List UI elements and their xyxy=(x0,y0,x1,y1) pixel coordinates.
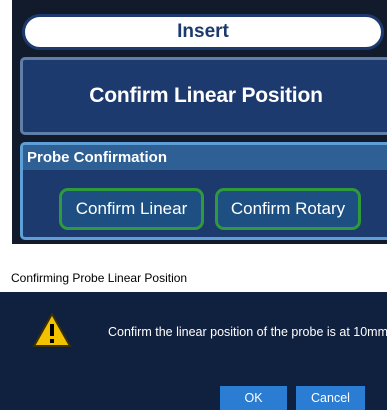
confirm-linear-position-button[interactable]: Confirm Linear Position xyxy=(20,57,387,135)
warning-icon xyxy=(33,313,71,347)
cancel-button-label: Cancel xyxy=(311,391,350,405)
cancel-button[interactable]: Cancel xyxy=(296,386,365,410)
insert-button[interactable]: Insert xyxy=(22,14,384,50)
probe-confirmation-group: Probe Confirmation Confirm Linear Confir… xyxy=(20,142,387,240)
confirm-linear-position-label: Confirm Linear Position xyxy=(89,84,323,107)
dialog-title: Confirming Probe Linear Position xyxy=(11,271,188,285)
ok-button-label: OK xyxy=(244,391,263,405)
confirm-linear-button[interactable]: Confirm Linear xyxy=(59,188,204,230)
confirm-rotary-label: Confirm Rotary xyxy=(230,199,346,218)
confirm-linear-label: Confirm Linear xyxy=(75,199,188,218)
confirm-rotary-button[interactable]: Confirm Rotary xyxy=(215,188,361,230)
probe-confirmation-header: Probe Confirmation xyxy=(23,145,387,170)
insert-button-label: Insert xyxy=(177,21,229,42)
control-panel: Insert Confirm Linear Position Probe Con… xyxy=(12,0,387,244)
ok-button[interactable]: OK xyxy=(220,386,287,410)
confirmation-dialog: Confirm the linear position of the probe… xyxy=(0,292,387,410)
dialog-message: Confirm the linear position of the probe… xyxy=(108,325,387,339)
